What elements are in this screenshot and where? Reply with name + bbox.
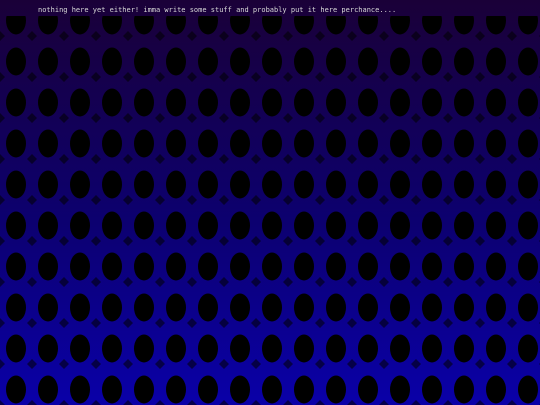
- placeholder-note: nothing here yet either! imma write some…: [38, 6, 397, 14]
- page-root: nothing here yet either! imma write some…: [0, 0, 540, 405]
- background-pattern: [0, 16, 540, 405]
